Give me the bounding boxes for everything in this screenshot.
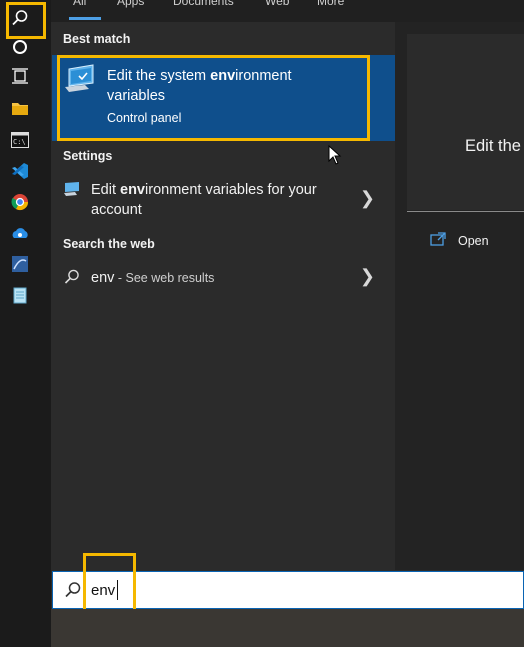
preview-title: Edit the (465, 137, 521, 155)
divider (407, 211, 524, 212)
terminal-icon[interactable]: C:\ (10, 130, 30, 150)
tab-more[interactable]: More (317, 0, 344, 8)
task-view-icon[interactable] (10, 66, 30, 86)
settings-item-label: Edit environment variables for your acco… (91, 182, 317, 218)
best-match-subtitle: Control panel (107, 111, 182, 125)
search-box[interactable]: env (52, 571, 524, 609)
search-icon (63, 580, 83, 605)
section-settings: Settings (63, 149, 113, 163)
settings-monitor-icon (63, 181, 81, 202)
search-input[interactable]: env (91, 582, 115, 599)
cloud-app-icon[interactable] (10, 223, 30, 243)
network-app-icon[interactable] (10, 254, 30, 274)
web-search-label: env - See web results (91, 270, 215, 286)
filter-tabs: All Apps Documents Web More (51, 0, 524, 22)
notepad-icon[interactable] (10, 285, 30, 305)
tab-web[interactable]: Web (265, 0, 289, 8)
chevron-right-icon[interactable]: ❯ (360, 188, 375, 209)
control-panel-icon (63, 63, 97, 95)
tab-all[interactable]: All (73, 0, 86, 8)
best-match-title: Edit the system environment variables (107, 68, 292, 104)
text-caret (117, 580, 118, 600)
chrome-icon[interactable] (10, 192, 30, 212)
desktop-background (51, 609, 524, 647)
web-search-item[interactable]: env - See web results ❯ (51, 266, 395, 292)
best-match-item[interactable]: Edit the system environment variables Co… (52, 55, 395, 165)
file-explorer-icon[interactable] (10, 98, 30, 118)
taskbar: C:\ (0, 0, 51, 647)
svg-text:C:\: C:\ (13, 138, 26, 146)
section-best-match: Best match (63, 32, 131, 46)
mouse-cursor-icon (328, 144, 342, 170)
tab-apps[interactable]: Apps (117, 0, 144, 8)
results-list: Best match Edit the system environment v… (51, 22, 395, 570)
vscode-icon[interactable] (10, 161, 30, 181)
open-icon[interactable] (430, 232, 446, 251)
tab-documents[interactable]: Documents (173, 0, 234, 8)
chevron-right-icon[interactable]: ❯ (360, 266, 375, 287)
web-search-icon (63, 268, 81, 291)
search-icon[interactable] (10, 8, 30, 28)
search-panel: All Apps Documents Web More Best match E… (51, 0, 524, 647)
settings-item[interactable]: Edit environment variables for your acco… (51, 178, 395, 222)
active-tab-indicator (69, 17, 101, 20)
preview-pane: Edit the Open (395, 22, 524, 570)
cortana-icon[interactable] (10, 37, 30, 57)
section-search-web: Search the web (63, 237, 155, 251)
preview-header (407, 34, 524, 210)
open-action-label[interactable]: Open (458, 234, 489, 248)
